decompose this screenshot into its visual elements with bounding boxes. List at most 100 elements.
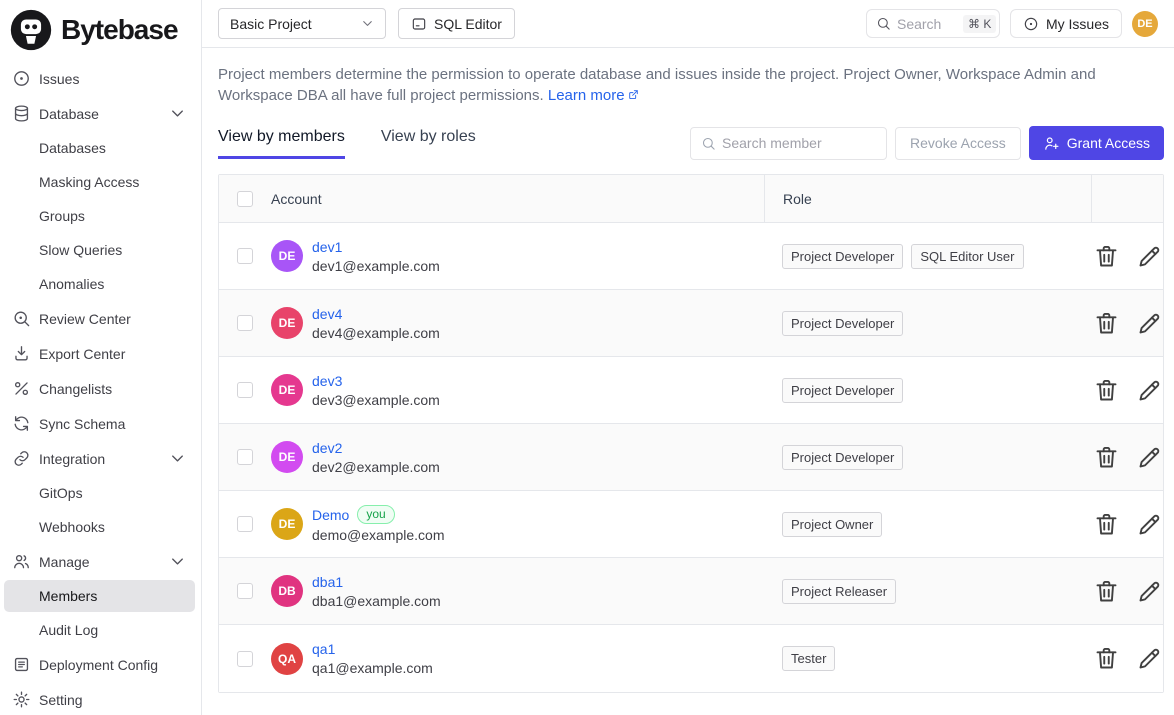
table-row: DEdev1dev1@example.comProject DeveloperS… — [219, 223, 1163, 290]
bytebase-logo-icon — [9, 8, 53, 52]
edit-member-button[interactable] — [1136, 243, 1163, 270]
edit-member-button[interactable] — [1136, 310, 1163, 337]
sidebar-item-changelists[interactable]: Changelists — [4, 372, 195, 405]
sidebar-item-manage[interactable]: Manage — [4, 545, 195, 578]
sidebar-item-label: Issues — [39, 71, 79, 87]
sidebar-item-anomalies[interactable]: Anomalies — [4, 268, 195, 300]
sidebar-item-database[interactable]: Database — [4, 97, 195, 130]
trash-icon — [1093, 444, 1120, 471]
sql-editor-label: SQL Editor — [434, 16, 502, 32]
global-search-input[interactable] — [897, 16, 957, 32]
sidebar-item-label: Masking Access — [39, 174, 139, 190]
issues-icon — [12, 69, 31, 88]
row-checkbox[interactable] — [237, 516, 253, 532]
pencil-icon — [1136, 310, 1163, 337]
member-name-link[interactable]: dba1 — [312, 574, 343, 590]
role-tag: Tester — [782, 646, 835, 671]
user-avatar[interactable]: DE — [1132, 11, 1158, 37]
sql-editor-button[interactable]: SQL Editor — [398, 8, 515, 39]
sync-schema-icon — [12, 414, 31, 433]
role-tag: SQL Editor User — [911, 244, 1023, 269]
sidebar-item-gitops[interactable]: GitOps — [4, 477, 195, 509]
edit-member-button[interactable] — [1136, 578, 1163, 605]
brand-logo[interactable]: Bytebase — [0, 0, 201, 56]
role-tag: Project Releaser — [782, 579, 896, 604]
global-search[interactable]: ⌘ K — [866, 9, 1000, 38]
learn-more-link[interactable]: Learn more — [548, 87, 625, 104]
sidebar-item-audit-log[interactable]: Audit Log — [4, 614, 195, 646]
delete-member-button[interactable] — [1093, 578, 1120, 605]
role-tag: Project Developer — [782, 244, 903, 269]
grant-access-button[interactable]: Grant Access — [1029, 126, 1164, 160]
main-area: Basic Project SQL Editor ⌘ K My Issues D… — [202, 0, 1174, 715]
row-checkbox[interactable] — [237, 583, 253, 599]
delete-member-button[interactable] — [1093, 243, 1120, 270]
sidebar-item-groups[interactable]: Groups — [4, 200, 195, 232]
tab-view-by-roles[interactable]: View by roles — [381, 128, 476, 159]
sidebar-item-slow-queries[interactable]: Slow Queries — [4, 234, 195, 266]
tab-view-by-members[interactable]: View by members — [218, 128, 345, 159]
terminal-icon — [411, 16, 427, 32]
sidebar-item-label: Anomalies — [39, 276, 104, 292]
member-name-link[interactable]: Demo — [312, 507, 349, 523]
row-checkbox[interactable] — [237, 315, 253, 331]
sidebar-item-label: Manage — [39, 554, 90, 570]
row-checkbox[interactable] — [237, 248, 253, 264]
sidebar-item-label: GitOps — [39, 485, 83, 501]
sidebar-item-integration[interactable]: Integration — [4, 442, 195, 475]
table-body: DEdev1dev1@example.comProject DeveloperS… — [219, 223, 1163, 692]
sidebar-item-label: Members — [39, 588, 97, 604]
sidebar-item-databases[interactable]: Databases — [4, 132, 195, 164]
sidebar-item-masking-access[interactable]: Masking Access — [4, 166, 195, 198]
member-name-link[interactable]: dev2 — [312, 440, 342, 456]
sidebar-item-members[interactable]: Members — [4, 580, 195, 612]
sidebar-item-deployment-config[interactable]: Deployment Config — [4, 648, 195, 681]
topbar-right: ⌘ K My Issues DE — [866, 9, 1158, 38]
member-avatar: DE — [271, 508, 303, 540]
delete-member-button[interactable] — [1093, 444, 1120, 471]
integration-icon — [12, 449, 31, 468]
sidebar-item-export-center[interactable]: Export Center — [4, 337, 195, 370]
select-all-checkbox[interactable] — [237, 191, 253, 207]
delete-member-button[interactable] — [1093, 645, 1120, 672]
column-header-actions — [1091, 175, 1163, 222]
pencil-icon — [1136, 645, 1163, 672]
edit-member-button[interactable] — [1136, 645, 1163, 672]
delete-member-button[interactable] — [1093, 377, 1120, 404]
sidebar-item-issues[interactable]: Issues — [4, 62, 195, 95]
member-email: dba1@example.com — [312, 593, 441, 609]
table-row: DEdev2dev2@example.comProject Developer — [219, 424, 1163, 491]
delete-member-button[interactable] — [1093, 511, 1120, 538]
sidebar-item-setting[interactable]: Setting — [4, 683, 195, 715]
sidebar-item-webhooks[interactable]: Webhooks — [4, 511, 195, 543]
my-issues-button[interactable]: My Issues — [1010, 9, 1122, 38]
delete-member-button[interactable] — [1093, 310, 1120, 337]
sidebar-item-label: Changelists — [39, 381, 112, 397]
member-search-input[interactable] — [722, 135, 862, 151]
edit-member-button[interactable] — [1136, 511, 1163, 538]
sidebar-item-sync-schema[interactable]: Sync Schema — [4, 407, 195, 440]
column-header-role: Role — [764, 175, 1091, 222]
member-name-link[interactable]: dev1 — [312, 239, 342, 255]
sidebar-item-review-center[interactable]: Review Center — [4, 302, 195, 335]
revoke-access-button[interactable]: Revoke Access — [895, 127, 1021, 160]
table-row: DEdev4dev4@example.comProject Developer — [219, 290, 1163, 357]
member-name-link[interactable]: dev4 — [312, 306, 342, 322]
row-checkbox[interactable] — [237, 651, 253, 667]
member-name-link[interactable]: dev3 — [312, 373, 342, 389]
row-checkbox[interactable] — [237, 449, 253, 465]
role-tag: Project Developer — [782, 311, 903, 336]
deployment-config-icon — [12, 655, 31, 674]
row-checkbox[interactable] — [237, 382, 253, 398]
project-select[interactable]: Basic Project — [218, 8, 386, 39]
sidebar-item-label: Webhooks — [39, 519, 105, 535]
edit-member-button[interactable] — [1136, 377, 1163, 404]
brand-wordmark: Bytebase — [61, 14, 178, 46]
member-name-link[interactable]: qa1 — [312, 641, 335, 657]
member-email: dev2@example.com — [312, 459, 440, 475]
edit-member-button[interactable] — [1136, 444, 1163, 471]
sidebar: Bytebase Issues DatabaseDatabases Masking … — [0, 0, 202, 715]
pencil-icon — [1136, 377, 1163, 404]
member-avatar: QA — [271, 643, 303, 675]
member-search[interactable] — [690, 127, 887, 160]
